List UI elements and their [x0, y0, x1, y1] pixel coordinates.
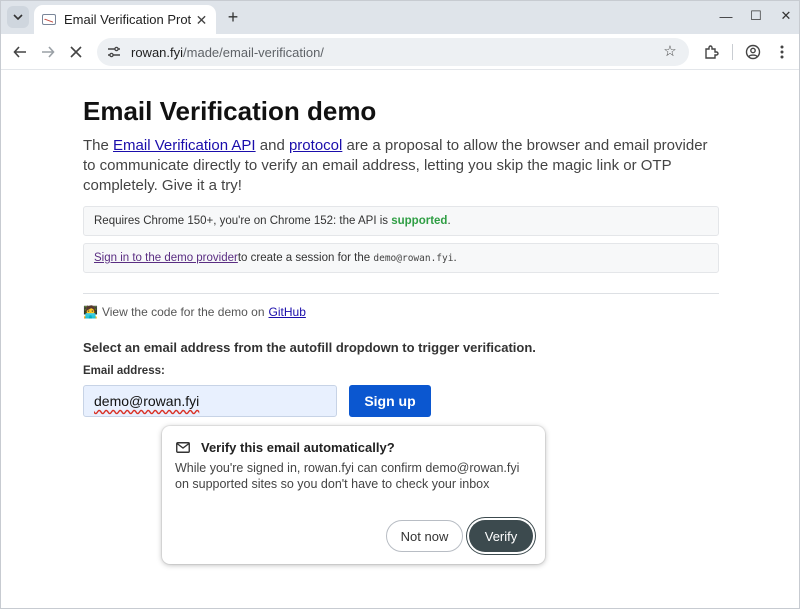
back-icon[interactable] [9, 41, 31, 63]
signin-note-end: . [453, 252, 457, 264]
envelope-icon [176, 442, 190, 453]
page-content: Email Verification demo The Email Verifi… [83, 70, 719, 417]
close-tab-icon[interactable]: ✕ [195, 13, 208, 27]
section-divider [83, 293, 719, 294]
close-window-icon[interactable]: ✕ [771, 5, 799, 27]
signup-form: demo@rowan.fyi Sign up [83, 385, 719, 417]
popup-body: While you're signed in, rowan.fyi can co… [175, 461, 520, 491]
popup-title: Verify this email automatically? [201, 440, 395, 455]
menu-kebab-icon[interactable] [771, 41, 793, 63]
toolbar-divider [732, 44, 733, 60]
protocol-link[interactable]: protocol [289, 137, 342, 154]
instruction-text: Select an email address from the autofil… [83, 340, 536, 355]
email-verification-api-link[interactable]: Email Verification API [113, 137, 256, 154]
new-tab-icon[interactable]: + [223, 7, 243, 27]
stop-loading-icon[interactable] [65, 41, 87, 63]
extensions-icon[interactable] [700, 41, 722, 63]
support-note-text: Requires Chrome 150+, you're on Chrome 1… [94, 215, 389, 227]
address-bar[interactable]: rowan.fyi/made/email-verification/ ☆ [97, 38, 689, 66]
intro-and: and [255, 137, 289, 154]
github-line: 🧑‍💻 View the code for the demo on GitHub [83, 305, 719, 319]
tab-search-button[interactable] [7, 6, 29, 28]
not-now-button[interactable]: Not now [386, 520, 463, 552]
profile-icon[interactable] [742, 41, 764, 63]
signin-note-text: to create a session for the [237, 252, 371, 264]
signin-note: Sign in to the demo provider to create a… [83, 243, 719, 273]
url-host: rowan.fyi [131, 44, 184, 60]
technologist-icon: 🧑‍💻 [83, 305, 98, 319]
window-controls: — ☐ ✕ [711, 5, 799, 27]
github-line-text: View the code for the demo on [101, 305, 265, 319]
popup-header: Verify this email automatically? [176, 440, 395, 455]
support-status: supported [391, 215, 448, 227]
active-tab[interactable]: Email Verification Protocol ✕ [34, 5, 216, 34]
verify-email-popup: Verify this email automatically? While y… [162, 426, 545, 564]
intro-paragraph: The Email Verification API and protocol … [83, 136, 719, 196]
intro-prefix: The [83, 137, 114, 154]
forward-icon[interactable] [37, 41, 59, 63]
signin-demo-provider-link[interactable]: Sign in to the demo provider [94, 252, 238, 264]
tab-strip: Email Verification Protocol ✕ + — ☐ ✕ [1, 1, 799, 34]
verify-button[interactable]: Verify [469, 520, 533, 552]
page-title: Email Verification demo [83, 96, 377, 126]
tab-title: Email Verification Protocol [64, 12, 191, 27]
email-input-value: demo@rowan.fyi [94, 393, 200, 409]
site-info-icon[interactable] [105, 43, 123, 61]
popup-actions: Not now Verify [386, 520, 533, 552]
url-text: rowan.fyi/made/email-verification/ [131, 45, 324, 60]
minimize-icon[interactable]: — [711, 5, 741, 27]
url-path: /made/email-verification/ [183, 44, 324, 60]
bookmark-star-icon[interactable]: ☆ [661, 43, 679, 61]
browser-toolbar: rowan.fyi/made/email-verification/ ☆ [1, 34, 799, 70]
maximize-icon[interactable]: ☐ [741, 5, 771, 27]
sign-up-button[interactable]: Sign up [349, 385, 431, 417]
email-label: Email address: [83, 365, 165, 377]
mail-favicon-icon [42, 14, 56, 25]
email-input[interactable]: demo@rowan.fyi [83, 385, 337, 417]
chevron-down-icon [13, 14, 23, 20]
support-note-end: . [447, 215, 451, 227]
browser-window: Email Verification Protocol ✕ + — ☐ ✕ ro… [0, 0, 800, 609]
support-note: Requires Chrome 150+, you're on Chrome 1… [83, 206, 719, 236]
demo-email-code: demo@rowan.fyi [373, 252, 454, 264]
github-link[interactable]: GitHub [269, 305, 306, 319]
